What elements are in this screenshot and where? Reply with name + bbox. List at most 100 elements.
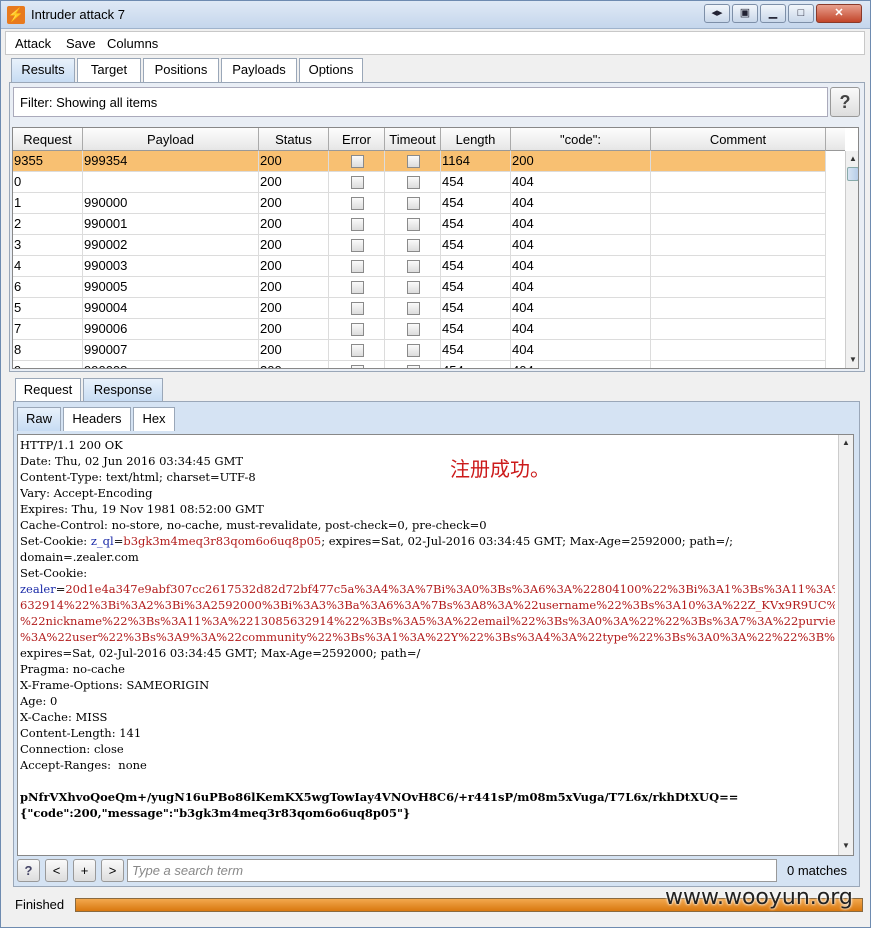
timeout-checkbox (407, 197, 420, 210)
table-row[interactable]: 6 990005 200 454 404 (13, 277, 826, 298)
filter-bar[interactable]: Filter: Showing all items (13, 87, 828, 117)
column-comment[interactable]: Comment (651, 128, 826, 151)
table-row[interactable]: 1 990000 200 454 404 (13, 193, 826, 214)
table-row[interactable]: 9355 999354 200 1164 200 (13, 151, 826, 172)
table-row[interactable]: 0 200 454 404 (13, 172, 826, 193)
column-payload[interactable]: Payload (83, 128, 259, 151)
error-checkbox (351, 344, 364, 357)
table-row[interactable]: 3 990002 200 454 404 (13, 235, 826, 256)
response-line: Age: 0 (20, 694, 58, 708)
cell-comment (651, 298, 826, 319)
close-button[interactable]: ✕ (816, 4, 862, 23)
cell-code: 404 (511, 256, 651, 277)
filter-text: Filter: Showing all items (20, 95, 158, 110)
tab-response[interactable]: Response (83, 378, 163, 402)
table-row[interactable]: 4 990003 200 454 404 (13, 256, 826, 277)
response-line: expires=Sat, 02-Jul-2016 03:34:45 GMT; M… (20, 646, 421, 660)
intruder-window: ⚡ Intruder attack 7 ◂▸ ▣ ▁ □ ✕ Attack Sa… (0, 0, 871, 928)
column-timeout[interactable]: Timeout (385, 128, 441, 151)
cell-length: 454 (441, 214, 511, 235)
scroll-up-icon[interactable]: ▲ (847, 153, 858, 165)
menu-save[interactable]: Save (66, 36, 96, 51)
table-row[interactable]: 2 990001 200 454 404 (13, 214, 826, 235)
success-annotation: 注册成功。 (450, 457, 550, 481)
menu-attack[interactable]: Attack (15, 36, 51, 51)
status-text: Finished (15, 897, 65, 912)
cell-code: 404 (511, 340, 651, 361)
cell-timeout (385, 277, 441, 298)
scroll-down-icon[interactable]: ▼ (840, 840, 852, 852)
cell-status: 200 (259, 256, 329, 277)
minimize-button[interactable]: ▁ (760, 4, 786, 23)
dock-toggle-button[interactable]: ◂▸ (704, 4, 730, 23)
cell-payload (83, 172, 259, 193)
cell-error (329, 340, 385, 361)
scroll-down-icon[interactable]: ▼ (847, 354, 858, 366)
response-line: pNfrVXhvoQoeQm+/yugN16uPBo86lKemKX5wgTow… (20, 790, 739, 804)
cell-timeout (385, 235, 441, 256)
cell-error (329, 235, 385, 256)
cell-status: 200 (259, 214, 329, 235)
column-code[interactable]: "code": (511, 128, 651, 151)
tab-positions[interactable]: Positions (143, 58, 219, 82)
title-bar: ⚡ Intruder attack 7 ◂▸ ▣ ▁ □ ✕ (1, 1, 870, 29)
raw-response-text[interactable]: HTTP/1.1 200 OK Date: Thu, 02 Jun 2016 03… (17, 434, 854, 856)
cell-payload: 990001 (83, 214, 259, 235)
cell-code: 200 (511, 151, 651, 172)
search-add-button[interactable]: + (73, 859, 96, 882)
table-scroll-thumb[interactable] (847, 167, 858, 181)
cell-error (329, 256, 385, 277)
column-status[interactable]: Status (259, 128, 329, 151)
table-row[interactable]: 9990008200 454404 (13, 361, 826, 368)
cell-payload: 990006 (83, 319, 259, 340)
response-line: Connection: close (20, 742, 124, 756)
undock-button[interactable]: ▣ (732, 4, 758, 23)
scroll-up-icon[interactable]: ▲ (840, 437, 852, 449)
table-row[interactable]: 8 990007 200 454 404 (13, 340, 826, 361)
search-input[interactable] (127, 859, 777, 882)
table-row[interactable]: 7 990006 200 454 404 (13, 319, 826, 340)
response-token: zealer (20, 582, 56, 596)
response-token: b3gk3m4meq3r83qom6o6uq8p05 (123, 534, 322, 548)
error-checkbox (351, 365, 364, 368)
cell-status: 200 (259, 193, 329, 214)
response-scrollbar[interactable]: ▲ ▼ (838, 435, 853, 855)
cell-code: 404 (511, 298, 651, 319)
cell-length: 454 (441, 298, 511, 319)
tab-headers[interactable]: Headers (63, 407, 131, 431)
column-request[interactable]: Request (13, 128, 83, 151)
search-previous-button[interactable]: < (45, 859, 68, 882)
search-help-button[interactable]: ? (17, 859, 40, 882)
tab-payloads[interactable]: Payloads (221, 58, 297, 82)
table-scrollbar[interactable]: ▲ ▼ (845, 151, 858, 368)
cell-comment (651, 319, 826, 340)
filter-help-button[interactable]: ? (830, 87, 860, 117)
table-header: Request Payload Status Error Timeout Len… (13, 128, 845, 151)
tab-raw[interactable]: Raw (17, 407, 61, 431)
cell-request: 0 (13, 172, 83, 193)
cell-code: 404 (511, 361, 651, 368)
table-row[interactable]: 5 990004 200 454 404 (13, 298, 826, 319)
cell-payload: 999354 (83, 151, 259, 172)
response-line: X-Frame-Options: SAMEORIGIN (20, 678, 210, 692)
timeout-checkbox (407, 365, 420, 368)
search-next-button[interactable]: > (101, 859, 124, 882)
tab-target[interactable]: Target (77, 58, 141, 82)
maximize-button[interactable]: □ (788, 4, 814, 23)
tab-options[interactable]: Options (299, 58, 363, 82)
column-error[interactable]: Error (329, 128, 385, 151)
tab-results[interactable]: Results (11, 58, 75, 82)
response-line: %22nickname%22%3Bs%3A11%3A%2213085632914… (20, 614, 835, 628)
menu-columns[interactable]: Columns (107, 36, 158, 51)
response-line: %3A%22user%22%3Bs%3A9%3A%22community%22%… (20, 630, 835, 644)
cell-status: 200 (259, 172, 329, 193)
cell-status: 200 (259, 298, 329, 319)
tab-request[interactable]: Request (15, 378, 81, 402)
cell-timeout (385, 319, 441, 340)
error-checkbox (351, 155, 364, 168)
tab-hex[interactable]: Hex (133, 407, 175, 431)
cell-comment (651, 361, 826, 368)
column-length[interactable]: Length (441, 128, 511, 151)
cell-code: 404 (511, 277, 651, 298)
cell-error (329, 361, 385, 368)
